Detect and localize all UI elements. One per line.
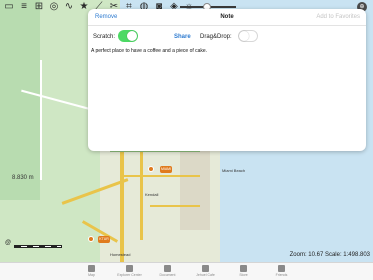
scale-bar (14, 245, 62, 248)
city-label: Kendall (145, 192, 159, 197)
note-text[interactable]: A perfect place to have a coffee and a p… (91, 48, 207, 54)
note-controls: Scratch: Share Drag&Drop: (88, 30, 366, 44)
share-button[interactable]: Share (174, 34, 191, 40)
toggle-knob (127, 31, 137, 41)
coordinate-label: @ (5, 240, 12, 246)
note-panel: Remove Note Add to Favorites Scratch: Sh… (88, 9, 366, 151)
grid-icon[interactable]: ⊞ (34, 2, 44, 12)
tab-label: Friends (275, 273, 288, 277)
tab-document[interactable]: Document (153, 263, 183, 280)
route-icon[interactable]: ∿ (64, 2, 74, 12)
tab-label: Store (239, 273, 248, 277)
explorer-icon (126, 265, 133, 272)
tab-label: Explorer Center (117, 273, 142, 277)
land-area (0, 0, 40, 200)
tab-bar: Map Explorer Center Document Jehuel Cafe… (0, 262, 373, 280)
tab-map[interactable]: Map (77, 263, 107, 280)
dragdrop-label: Drag&Drop: (200, 34, 232, 40)
map-icon (88, 265, 95, 272)
city-label: Miami Beach (222, 168, 246, 173)
store-icon (240, 265, 247, 272)
dragdrop-toggle[interactable] (238, 30, 258, 42)
folder-icon[interactable]: ▭ (4, 2, 14, 12)
list-icon[interactable]: ≡ (19, 2, 29, 12)
tab-store[interactable]: Store (229, 263, 259, 280)
road (150, 205, 200, 207)
tab-label: Map (88, 273, 95, 277)
road (40, 60, 42, 180)
road (120, 175, 200, 177)
poi-marker[interactable]: MIAMI (160, 166, 172, 173)
distance-label: 8.830 m (12, 175, 34, 181)
scratch-label: Scratch: (93, 34, 116, 40)
target-icon[interactable]: ◎ (49, 2, 59, 12)
tab-explorer[interactable]: Explorer Center (115, 263, 145, 280)
cup-icon (202, 265, 209, 272)
poi-marker[interactable] (148, 166, 154, 172)
tab-label: Jehuel Cafe (196, 273, 215, 277)
poi-marker[interactable] (88, 236, 94, 242)
toggle-knob (239, 31, 249, 41)
tab-cafe[interactable]: Jehuel Cafe (191, 263, 221, 280)
friends-icon (278, 265, 285, 272)
zoom-scale-info: Zoom: 10.67 Scale: 1:498.803 (289, 252, 370, 258)
document-icon (164, 265, 171, 272)
scratch-toggle[interactable] (118, 30, 138, 42)
add-to-favorites-button[interactable]: Add to Favorites (316, 14, 360, 20)
poi-marker[interactable]: KTUR (98, 236, 110, 243)
road (120, 150, 124, 262)
note-header: Remove Note Add to Favorites (88, 9, 366, 26)
city-label: Homestead (110, 252, 131, 257)
road (140, 150, 143, 240)
land-area (180, 150, 210, 230)
tab-friends[interactable]: Friends (267, 263, 297, 280)
tab-label: Document (159, 273, 176, 277)
